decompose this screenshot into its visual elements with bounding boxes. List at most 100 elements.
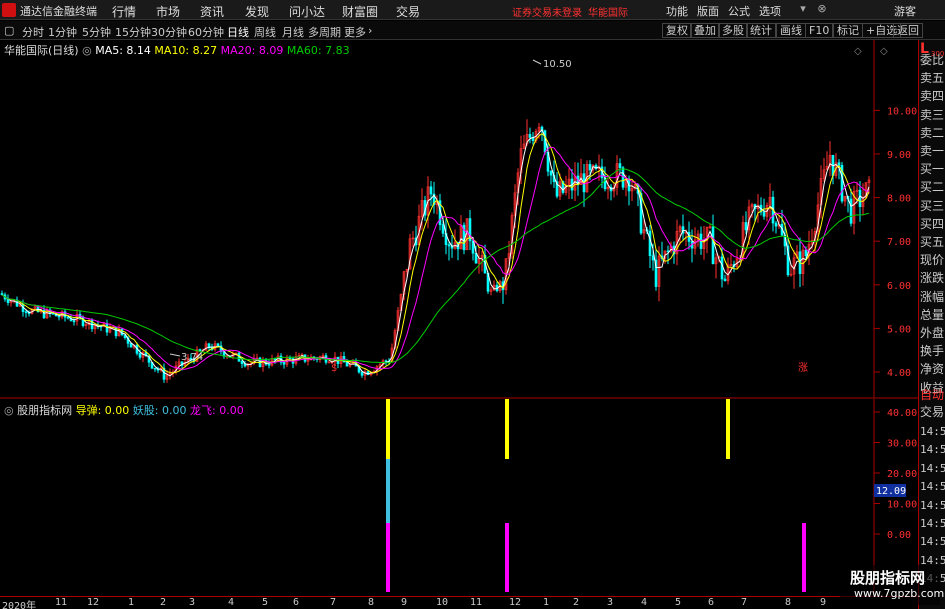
candle-body bbox=[153, 367, 157, 370]
chevron-right-icon[interactable]: › bbox=[368, 24, 372, 37]
low-price-label: 3.74 bbox=[181, 352, 203, 363]
price-tick-label: 10.00 bbox=[887, 106, 917, 117]
menu-item-wealth[interactable]: 财富圈 bbox=[342, 3, 378, 20]
period-multi[interactable]: 多周期 bbox=[308, 24, 341, 40]
current-value: 12.09 bbox=[876, 486, 906, 497]
stock-link[interactable]: 华能国际 bbox=[588, 4, 628, 19]
diamond-icon[interactable]: ◇ bbox=[854, 46, 862, 57]
sidebar-time: 14:56 bbox=[920, 498, 945, 512]
candle-body bbox=[849, 198, 853, 224]
candle-body bbox=[0, 293, 4, 296]
tool-back[interactable]: 返回 bbox=[893, 23, 923, 38]
menu-item-function[interactable]: 功能 bbox=[666, 3, 688, 19]
candle-body bbox=[66, 316, 70, 319]
menu-item-news[interactable]: 资讯 bbox=[200, 3, 224, 20]
candle-body bbox=[441, 224, 445, 234]
menu-arrow-icon[interactable]: ▾ bbox=[796, 2, 810, 16]
candle-body bbox=[588, 164, 592, 171]
indicator-tick-label: 10.00 bbox=[887, 500, 917, 511]
period-intraday[interactable]: 分时 bbox=[22, 24, 44, 40]
menu-item-layout[interactable]: 版面 bbox=[697, 3, 719, 19]
candle-body bbox=[138, 353, 142, 358]
menu-item-quotes[interactable]: 行情 bbox=[112, 3, 136, 20]
date-label: 1 bbox=[128, 597, 135, 608]
price-tick-label: 9.00 bbox=[887, 150, 911, 161]
candle-body bbox=[447, 244, 451, 247]
candle-body bbox=[648, 230, 652, 257]
tool-stats[interactable]: 统计 bbox=[746, 23, 776, 38]
sidebar-toggle-icon[interactable]: ▢ bbox=[4, 24, 14, 37]
quote-sidebar: L 300 委比 卖五 卖四 卖三 卖二 卖一 买一 买二 买三 买四 买五 现价 涨跌 涨幅 总量 外盘 换手… bbox=[918, 40, 945, 609]
tool-overlay[interactable]: 叠加 bbox=[690, 23, 720, 38]
price-annotations: 10.50 3.74 $ 涨 ◇ ◇ bbox=[169, 46, 888, 374]
indicator-bars bbox=[386, 399, 806, 592]
date-label: 10 bbox=[436, 597, 449, 608]
ma-lines bbox=[1, 128, 870, 377]
menu-item-market[interactable]: 市场 bbox=[156, 3, 180, 20]
signal-bar bbox=[386, 459, 390, 523]
period-30min[interactable]: 30分钟 bbox=[151, 24, 187, 40]
indicator-tick-label: 30.00 bbox=[887, 439, 917, 450]
signal-marker-rise: 涨 bbox=[798, 362, 808, 374]
period-monthly[interactable]: 月线 bbox=[282, 24, 304, 40]
price-tick-label: 7.00 bbox=[887, 237, 911, 248]
menu-item-options[interactable]: 选项 bbox=[759, 3, 781, 19]
candle-body bbox=[240, 361, 244, 364]
date-label: 8 bbox=[368, 597, 375, 608]
ma10-line bbox=[1, 132, 870, 374]
price-axis: 10.00 9.00 8.00 7.00 6.00 5.00 4.00 bbox=[873, 40, 917, 398]
sidebar-trade[interactable]: 交易 bbox=[920, 401, 945, 423]
candle-body bbox=[282, 361, 286, 365]
candle-body bbox=[528, 134, 532, 138]
date-label: 1 bbox=[543, 597, 550, 608]
watermark-title: 股朋指标网 bbox=[850, 569, 926, 587]
menu-item-trade[interactable]: 交易 bbox=[396, 3, 420, 20]
candle-body bbox=[804, 249, 808, 257]
candle-body bbox=[288, 357, 292, 359]
candle-body bbox=[549, 171, 553, 176]
date-label: 6 bbox=[293, 597, 300, 608]
low-pointer bbox=[169, 353, 181, 357]
high-pointer bbox=[532, 59, 542, 65]
diamond-icon-2[interactable]: ◇ bbox=[880, 46, 888, 57]
guest-label[interactable]: 游客 bbox=[894, 3, 916, 19]
period-daily[interactable]: 日线 bbox=[227, 24, 249, 40]
indicator-chart[interactable]: 50.0040.0030.0020.0010.000.00 12.09 bbox=[0, 399, 918, 596]
tool-adjust[interactable]: 复权 bbox=[662, 23, 692, 38]
login-warning[interactable]: 证券交易未登录 bbox=[512, 4, 582, 19]
date-label: 6 bbox=[708, 597, 715, 608]
signal-bar bbox=[386, 399, 390, 459]
sidebar-time: 14:56 bbox=[920, 535, 945, 549]
period-weekly[interactable]: 周线 bbox=[254, 24, 276, 40]
menu-item-ask[interactable]: 问小达 bbox=[289, 3, 325, 20]
kline-chart[interactable]: 10.00 9.00 8.00 7.00 6.00 5.00 4.00 10.50 3.74… bbox=[0, 40, 918, 399]
candle-body bbox=[720, 256, 724, 280]
menu-bar: 通达信金融终端 行情 市场 资讯 发现 问小达 财富圈 交易 证券交易未登录 华… bbox=[0, 0, 945, 20]
menu-item-discover[interactable]: 发现 bbox=[245, 3, 269, 20]
date-label: 11 bbox=[55, 597, 68, 608]
date-label: 5 bbox=[675, 597, 682, 608]
period-60min[interactable]: 60分钟 bbox=[188, 24, 224, 40]
date-label: 11 bbox=[470, 597, 483, 608]
date-label: 7 bbox=[741, 597, 748, 608]
menu-item-formula[interactable]: 公式 bbox=[728, 3, 750, 19]
tool-draw[interactable]: 画线 bbox=[776, 23, 806, 38]
candle-body bbox=[198, 349, 202, 352]
period-5min[interactable]: 5分钟 bbox=[82, 24, 111, 40]
date-label: 7 bbox=[330, 597, 337, 608]
tool-mark[interactable]: 标记 bbox=[833, 23, 863, 38]
date-label: 9 bbox=[401, 597, 408, 608]
app-name: 通达信金融终端 bbox=[20, 5, 97, 18]
date-label: 9 bbox=[820, 597, 827, 608]
candle-body bbox=[744, 222, 748, 231]
close-small-icon[interactable]: ⊗ bbox=[815, 2, 829, 16]
tool-multi-stock[interactable]: 多股 bbox=[718, 23, 748, 38]
period-15min[interactable]: 15分钟 bbox=[115, 24, 151, 40]
date-axis: 2020年 11 12 1 2 3 4 5 6 7 8 9 10 11 12 1 2 3 4 5 6 7 8 9 bbox=[0, 596, 918, 609]
period-more[interactable]: 更多 bbox=[344, 24, 366, 40]
candle-body bbox=[24, 311, 28, 313]
candle-body bbox=[57, 315, 61, 318]
tool-f10[interactable]: F10 bbox=[805, 23, 834, 38]
period-1min[interactable]: 1分钟 bbox=[48, 24, 77, 40]
date-label: 3 bbox=[607, 597, 614, 608]
